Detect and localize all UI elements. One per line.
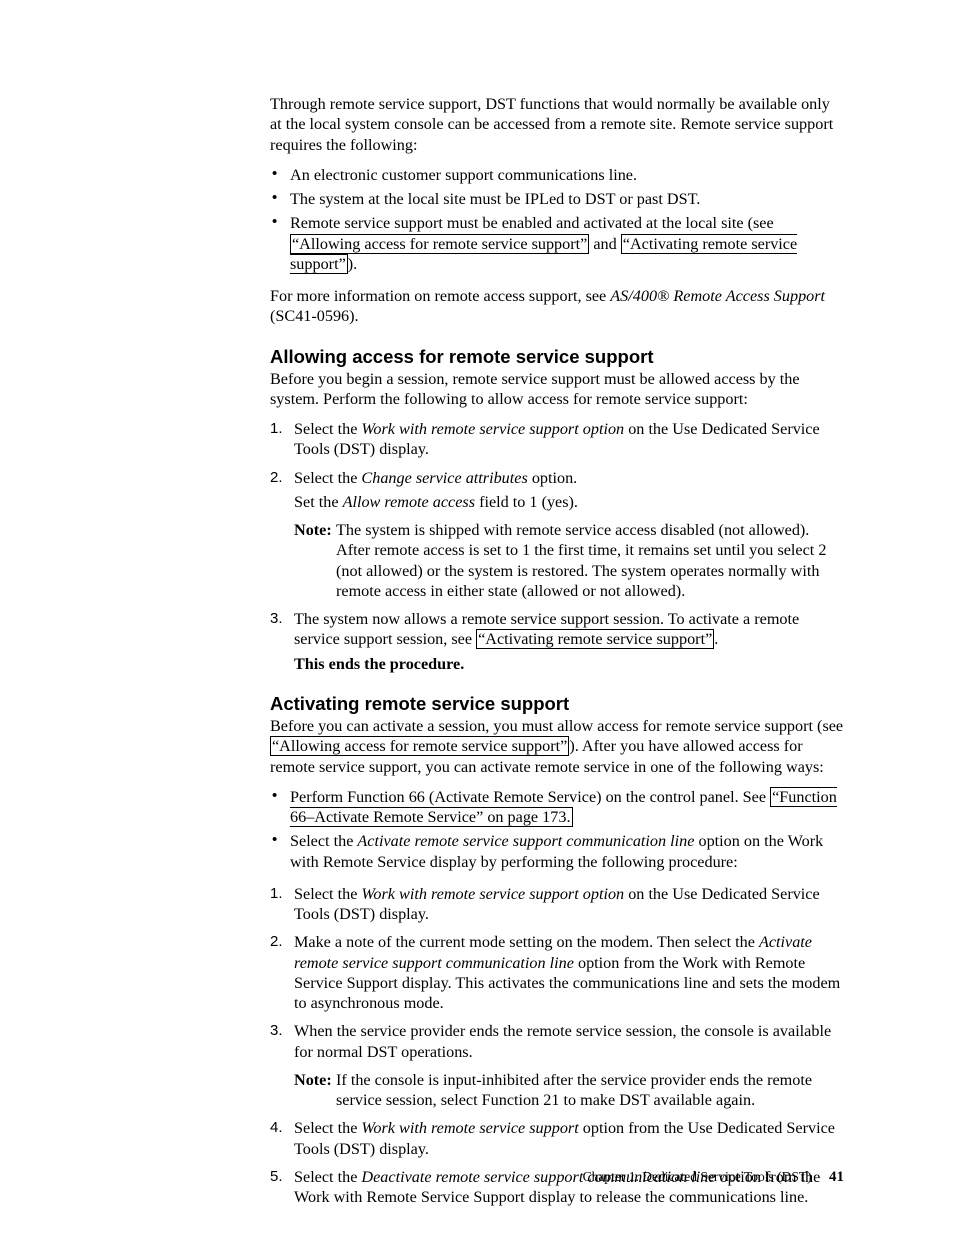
- bullet-text: The system at the local site must be IPL…: [290, 190, 700, 208]
- step-marker: 1.: [270, 420, 283, 439]
- option-name: Work with remote service support: [361, 1119, 578, 1137]
- bullet-text: ).: [348, 255, 357, 273]
- text: Make a note of the current mode setting …: [294, 933, 759, 951]
- intro-more-info: For more information on remote access su…: [270, 286, 844, 327]
- field-name: Allow remote access: [343, 493, 475, 511]
- document-page: Through remote service support, DST func…: [0, 0, 954, 1235]
- sec2-steps: 1. Select the Work with remote service s…: [270, 884, 844, 1208]
- text: Set the: [294, 493, 343, 511]
- step-item: 1. Select the Work with remote service s…: [270, 884, 844, 925]
- step-marker: 3.: [270, 1022, 283, 1041]
- text: Select the: [294, 885, 361, 903]
- intro-bullet-list: An electronic customer support communica…: [270, 165, 844, 274]
- step-sub: Set the Allow remote access field to 1 (…: [294, 492, 844, 512]
- text: Perform Function 66 (Activate Remote Ser…: [290, 788, 770, 806]
- text: Select the: [290, 832, 357, 850]
- option-name: Change service attributes: [361, 469, 527, 487]
- step-item: 4. Select the Work with remote service s…: [270, 1118, 844, 1159]
- text: field to 1 (yes).: [475, 493, 578, 511]
- text: Select the: [294, 1168, 361, 1186]
- text: (SC41-0596).: [270, 307, 359, 325]
- xref-link[interactable]: “Activating remote service support”: [476, 629, 714, 649]
- bullet-item: The system at the local site must be IPL…: [270, 189, 844, 209]
- note-text: If the console is input-inhibited after …: [336, 1071, 812, 1109]
- bullet-text: Remote service support must be enabled a…: [290, 214, 774, 232]
- step-marker: 4.: [270, 1119, 283, 1138]
- sec1-intro: Before you begin a session, remote servi…: [270, 369, 844, 410]
- xref-link[interactable]: “Allowing access for remote service supp…: [290, 234, 589, 254]
- footer-chapter: Chapter 1. Dedicated Service Tools (DST): [583, 1169, 812, 1184]
- text: Before you can activate a session, you m…: [270, 717, 843, 735]
- bullet-item: An electronic customer support communica…: [270, 165, 844, 185]
- step-marker: 5.: [270, 1168, 283, 1187]
- option-name: Work with remote service support option: [361, 885, 624, 903]
- option-name: Work with remote service support option: [361, 420, 624, 438]
- step-marker: 2.: [270, 933, 283, 952]
- text: Select the: [294, 469, 361, 487]
- end-procedure: This ends the procedure.: [294, 654, 844, 674]
- step-marker: 1.: [270, 885, 283, 904]
- text: Select the: [294, 420, 361, 438]
- bullet-item: Select the Activate remote service suppo…: [270, 831, 844, 872]
- text: Select the: [294, 1119, 361, 1137]
- note: Note: The system is shipped with remote …: [294, 520, 844, 601]
- bullet-text: and: [589, 235, 620, 253]
- footer-page-number: 41: [829, 1169, 844, 1185]
- text: When the service provider ends the remot…: [294, 1022, 831, 1060]
- bullet-item: Remote service support must be enabled a…: [270, 213, 844, 274]
- step-item: 2. Make a note of the current mode setti…: [270, 932, 844, 1013]
- note-text: The system is shipped with remote servic…: [336, 521, 826, 600]
- bullet-text: An electronic customer support communica…: [290, 166, 637, 184]
- step-item: 3. When the service provider ends the re…: [270, 1021, 844, 1110]
- sec1-steps: 1. Select the Work with remote service s…: [270, 419, 844, 674]
- step-item: 3. The system now allows a remote servic…: [270, 609, 844, 674]
- text: .: [714, 630, 718, 648]
- note-label: Note:: [294, 1070, 332, 1090]
- text: option.: [528, 469, 577, 487]
- sec2-intro: Before you can activate a session, you m…: [270, 716, 844, 777]
- option-name: Activate remote service support communic…: [357, 832, 694, 850]
- text: For more information on remote access su…: [270, 287, 610, 305]
- note-label: Note:: [294, 520, 332, 540]
- heading-activating: Activating remote service support: [270, 692, 844, 715]
- step-marker: 3.: [270, 610, 283, 629]
- page-footer: Chapter 1. Dedicated Service Tools (DST)…: [583, 1168, 844, 1187]
- bullet-item: Perform Function 66 (Activate Remote Ser…: [270, 787, 844, 828]
- book-title: AS/400® Remote Access Support: [610, 287, 825, 305]
- step-item: 2. Select the Change service attributes …: [270, 468, 844, 602]
- intro-paragraph: Through remote service support, DST func…: [270, 94, 844, 155]
- step-item: 1. Select the Work with remote service s…: [270, 419, 844, 460]
- note: Note: If the console is input-inhibited …: [294, 1070, 844, 1111]
- xref-link[interactable]: “Allowing access for remote service supp…: [270, 736, 569, 756]
- heading-allowing-access: Allowing access for remote service suppo…: [270, 345, 844, 368]
- sec2-bullet-list: Perform Function 66 (Activate Remote Ser…: [270, 787, 844, 872]
- step-marker: 2.: [270, 469, 283, 488]
